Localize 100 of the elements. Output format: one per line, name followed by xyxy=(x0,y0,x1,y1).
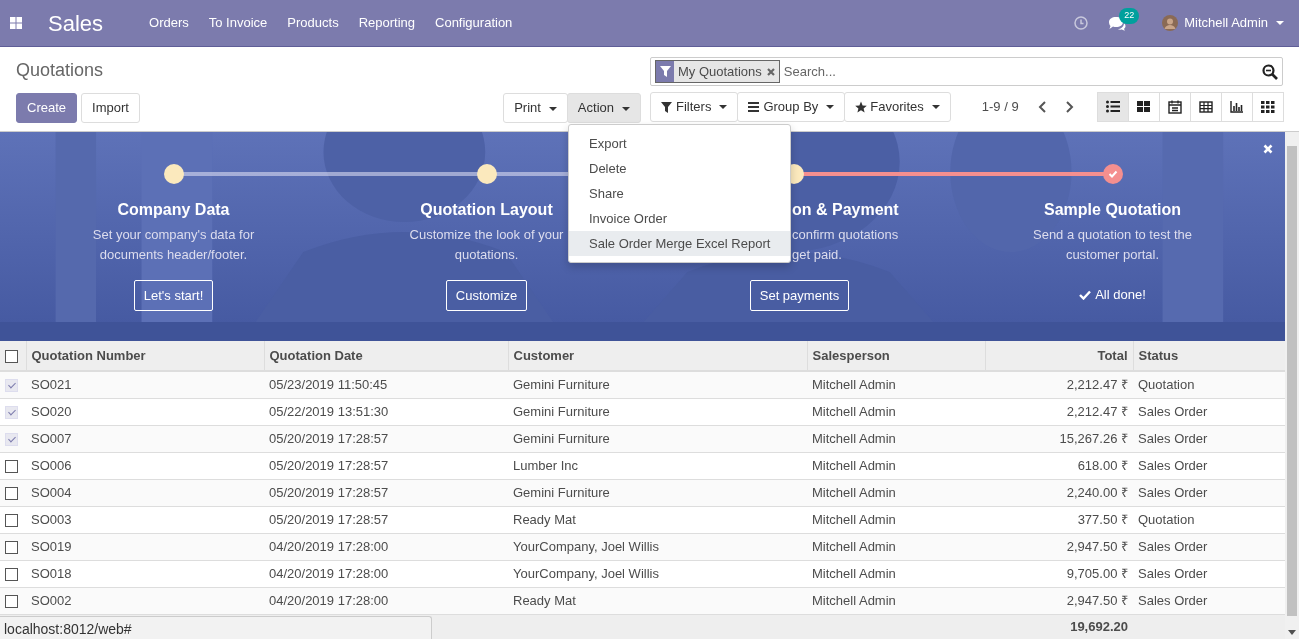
filter-facet[interactable]: My Quotations xyxy=(655,60,780,83)
table-cell: 9,705.00 ₹ xyxy=(985,560,1133,587)
menu-item[interactable]: Delete xyxy=(569,156,791,181)
column-header[interactable]: Quotation Number xyxy=(26,341,264,371)
menu-item[interactable]: Invoice Order xyxy=(569,206,791,231)
menu-item[interactable]: Configuration xyxy=(435,13,513,33)
next-icon[interactable] xyxy=(1064,100,1075,114)
table-cell: SO020 xyxy=(26,398,264,425)
table-cell: 05/23/2019 11:50:45 xyxy=(264,371,508,398)
table-cell: Mitchell Admin xyxy=(807,425,985,452)
step-title: Sample Quotation xyxy=(1044,200,1181,220)
column-header[interactable]: Customer xyxy=(508,341,807,371)
step-description: Set your company's data for documents header/footer. xyxy=(92,225,255,264)
step-button[interactable]: Set payments xyxy=(749,279,850,311)
table-cell: Gemini Furniture xyxy=(508,425,807,452)
dropdown-button[interactable]: Filters xyxy=(650,92,739,122)
scrollbar[interactable] xyxy=(1285,132,1299,639)
table-cell: Mitchell Admin xyxy=(807,398,985,425)
table-cell: 05/20/2019 17:28:57 xyxy=(264,479,508,506)
table-cell: SO021 xyxy=(26,371,264,398)
table-cell: Gemini Furniture xyxy=(508,371,807,398)
browser-status-url: localhost:8012/web# xyxy=(0,616,432,639)
filter-icon xyxy=(661,101,673,113)
row-checkbox[interactable] xyxy=(5,459,18,473)
step-button[interactable]: Customize xyxy=(445,279,528,311)
dropdown-button[interactable]: Group By xyxy=(737,92,846,122)
step-button[interactable]: Let's start! xyxy=(133,279,214,311)
table-cell: 05/22/2019 13:51:30 xyxy=(264,398,508,425)
table-cell: SO019 xyxy=(26,533,264,560)
create-button[interactable]: Create xyxy=(16,93,78,123)
table-cell: 618.00 ₹ xyxy=(985,452,1133,479)
user-menu[interactable]: Mitchell Admin xyxy=(1184,13,1284,33)
import-button[interactable]: Import xyxy=(81,93,140,123)
view-switch-button[interactable] xyxy=(1159,92,1191,122)
filter-icon xyxy=(659,66,671,77)
step-description: confirm quotations get paid. xyxy=(792,225,899,264)
dropdown-button[interactable]: Action xyxy=(566,93,641,123)
table-cell: Mitchell Admin xyxy=(807,506,985,533)
menu-item[interactable]: To Invoice xyxy=(208,13,268,33)
previous-icon[interactable] xyxy=(1036,100,1047,114)
column-header[interactable]: Quotation Date xyxy=(264,341,508,371)
view-switch-button[interactable] xyxy=(1221,92,1253,122)
row-checkbox[interactable] xyxy=(5,567,18,581)
table-icon xyxy=(1199,100,1213,114)
bar-chart-icon xyxy=(1230,100,1244,114)
table-cell: SO003 xyxy=(26,506,264,533)
view-switch-button[interactable] xyxy=(1252,92,1284,122)
scroll-down-icon[interactable] xyxy=(1288,630,1296,635)
menu-item[interactable]: Sale Order Merge Excel Report xyxy=(569,231,791,256)
table-cell: Ready Mat xyxy=(508,506,807,533)
view-switch-button[interactable] xyxy=(1128,92,1160,122)
app-title: Sales xyxy=(48,9,104,38)
menu-item[interactable]: Share xyxy=(569,181,791,206)
table-cell: SO004 xyxy=(26,479,264,506)
row-checkbox[interactable] xyxy=(5,513,18,527)
close-icon[interactable] xyxy=(1263,144,1273,154)
messages-icon[interactable] xyxy=(1108,16,1127,32)
table-cell: 2,212.47 ₹ xyxy=(985,398,1133,425)
remove-icon[interactable] xyxy=(765,66,776,77)
row-checkbox[interactable] xyxy=(5,486,18,500)
dropdown-button[interactable]: Print xyxy=(503,93,568,123)
row-checkbox[interactable] xyxy=(5,540,18,554)
table-cell: Mitchell Admin xyxy=(807,452,985,479)
menu-item[interactable]: Reporting xyxy=(358,13,415,33)
dropdown-button[interactable]: Favorites xyxy=(844,92,951,122)
column-header[interactable]: Status xyxy=(1133,341,1285,371)
menu-item[interactable]: Orders xyxy=(149,13,189,33)
table-cell: SO007 xyxy=(26,425,264,452)
menu-item[interactable]: Products xyxy=(287,13,339,33)
column-header[interactable]: Salesperson xyxy=(807,341,985,371)
view-switch-button[interactable] xyxy=(1190,92,1222,122)
done-label: All done! xyxy=(956,284,1269,304)
select-all-checkbox[interactable] xyxy=(5,349,18,363)
breadcrumb: Quotations xyxy=(16,59,105,82)
total-sum: 19,692.20 xyxy=(985,614,1133,639)
pager-value: 1-9 / 9 xyxy=(981,98,1019,117)
table-cell: YourCompany, Joel Willis xyxy=(508,533,807,560)
list-icon xyxy=(1106,100,1120,114)
table-cell: 377.50 ₹ xyxy=(985,506,1133,533)
dots-grid-icon xyxy=(1261,100,1275,114)
table-cell: 04/20/2019 17:28:00 xyxy=(264,560,508,587)
table-cell: 2,212.47 ₹ xyxy=(985,371,1133,398)
calendar-icon xyxy=(1168,100,1182,114)
star-icon xyxy=(855,101,868,113)
table-cell: Mitchell Admin xyxy=(807,533,985,560)
menu-item[interactable]: Export xyxy=(569,131,791,156)
row-checkbox[interactable] xyxy=(5,594,18,608)
apps-menu-icon[interactable] xyxy=(10,17,22,29)
column-header[interactable]: Total xyxy=(985,341,1133,371)
search-icon[interactable] xyxy=(1262,63,1278,80)
user-avatar xyxy=(1162,15,1179,31)
table-cell: 05/20/2019 17:28:57 xyxy=(264,506,508,533)
search-field[interactable]: My Quotations Search... xyxy=(650,57,1283,86)
table-cell: SO006 xyxy=(26,452,264,479)
step-description: Customize the look of your quotations. xyxy=(409,225,564,264)
table-cell: SO018 xyxy=(26,560,264,587)
table-cell: Mitchell Admin xyxy=(807,371,985,398)
table-cell: 04/20/2019 17:28:00 xyxy=(264,533,508,560)
step-description: Send a quotation to test the customer portal. xyxy=(1033,225,1192,264)
view-switch-button[interactable] xyxy=(1097,92,1129,122)
